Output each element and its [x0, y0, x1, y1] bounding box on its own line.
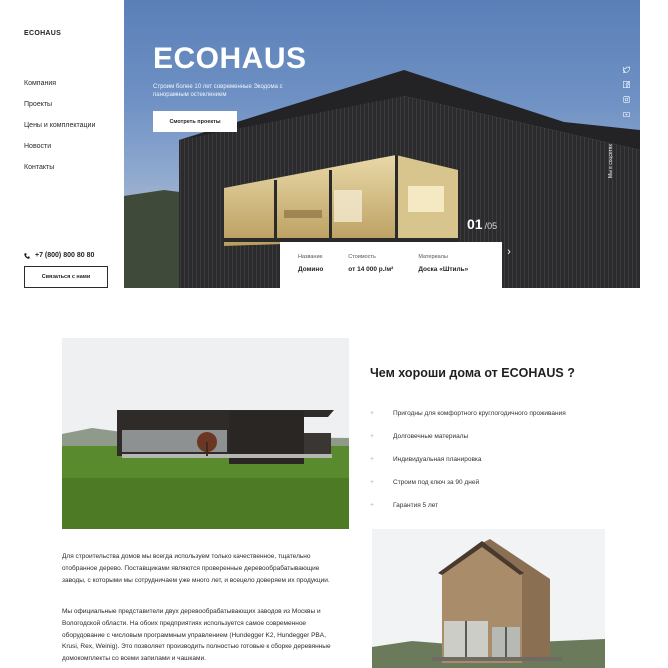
benefit-item: + Индивидуальная планировка — [370, 448, 566, 471]
nav-item-prices[interactable]: Цены и комплектации — [24, 122, 95, 143]
main-nav: Компания Проекты Цены и комплектации Нов… — [24, 80, 95, 185]
plus-icon: + — [370, 455, 375, 463]
twitter-icon[interactable] — [623, 66, 630, 73]
facebook-icon[interactable] — [623, 81, 630, 88]
contact-us-button[interactable]: Связаться с нами — [24, 266, 108, 288]
project-materials-value: Доска «Штиль» — [418, 266, 469, 273]
hero-subtitle: Строим более 10 лет современные Экодома … — [153, 84, 283, 98]
project-name-field: Название Домино — [298, 254, 323, 288]
phone-number[interactable]: +7 (800) 800 80 80 — [24, 252, 94, 259]
plus-icon: + — [370, 432, 375, 440]
about-paragraph-1: Для строительства домов мы всегда исполь… — [62, 553, 330, 584]
slide-counter: 01 /05 — [467, 216, 497, 232]
logo[interactable]: ECOHAUS — [24, 30, 61, 37]
project-price-field: Стоимость от 14 000 р./м² — [348, 254, 393, 288]
social-caption: Мы в соцсетях — [608, 144, 614, 178]
project-name-label: Название — [298, 254, 323, 260]
slide-total: /05 — [484, 221, 498, 231]
project-materials-label: Материалы — [418, 254, 448, 260]
benefit-text: Гарантия 5 лет — [393, 501, 439, 509]
hero-title: ECOHAUS — [153, 42, 307, 75]
benefit-text: Долговечные материалы — [393, 432, 469, 440]
plus-icon: + — [370, 409, 375, 417]
project-info-card: Название Домино Стоимость от 14 000 р./м… — [280, 242, 502, 288]
about-paragraph-2: Мы официальные представители двух дерево… — [62, 608, 331, 663]
youtube-icon[interactable] — [623, 111, 630, 118]
benefit-item: + Строим под ключ за 90 дней — [370, 471, 566, 494]
benefit-text: Пригодны для комфортного круглогодичного… — [393, 409, 566, 417]
plus-icon: + — [370, 478, 375, 486]
slide-current: 01 — [467, 216, 483, 232]
benefits-list: + Пригодны для комфортного круглогодичног… — [370, 402, 566, 517]
phone-icon — [24, 252, 30, 259]
benefit-item: + Гарантия 5 лет — [370, 494, 566, 517]
sidebar: ECOHAUS Компания Проекты Цены и комплект… — [0, 0, 124, 288]
project-name-value: Домино — [298, 266, 324, 273]
benefit-text: Строим под ключ за 90 дней — [393, 478, 480, 486]
benefit-item: + Долговечные материалы — [370, 425, 566, 448]
project-price-value: от 14 000 р./м² — [348, 266, 394, 273]
why-title: Чем хороши дома от ECOHAUS ? — [370, 366, 575, 380]
chevron-right-icon: › — [507, 246, 511, 258]
nav-item-projects[interactable]: Проекты — [24, 101, 95, 122]
nav-item-news[interactable]: Новости — [24, 143, 95, 164]
benefit-item: + Пригодны для комфортного круглогодичног… — [370, 402, 566, 425]
social-links — [623, 66, 630, 118]
view-projects-button[interactable]: Смотреть проекты — [153, 111, 237, 132]
nav-item-contacts[interactable]: Контакты — [24, 164, 95, 185]
phone-text: +7 (800) 800 80 80 — [35, 252, 95, 259]
house-photo-meadow — [62, 338, 349, 529]
house-photo-gable — [372, 529, 605, 668]
next-slide-button[interactable]: › — [504, 245, 514, 259]
nav-item-company[interactable]: Компания — [24, 80, 95, 101]
project-materials-field: Материалы Доска «Штиль» — [418, 254, 468, 288]
project-price-label: Стоимость — [348, 254, 376, 260]
instagram-icon[interactable] — [623, 96, 630, 103]
plus-icon: + — [370, 501, 375, 509]
benefit-text: Индивидуальная планировка — [393, 455, 482, 463]
